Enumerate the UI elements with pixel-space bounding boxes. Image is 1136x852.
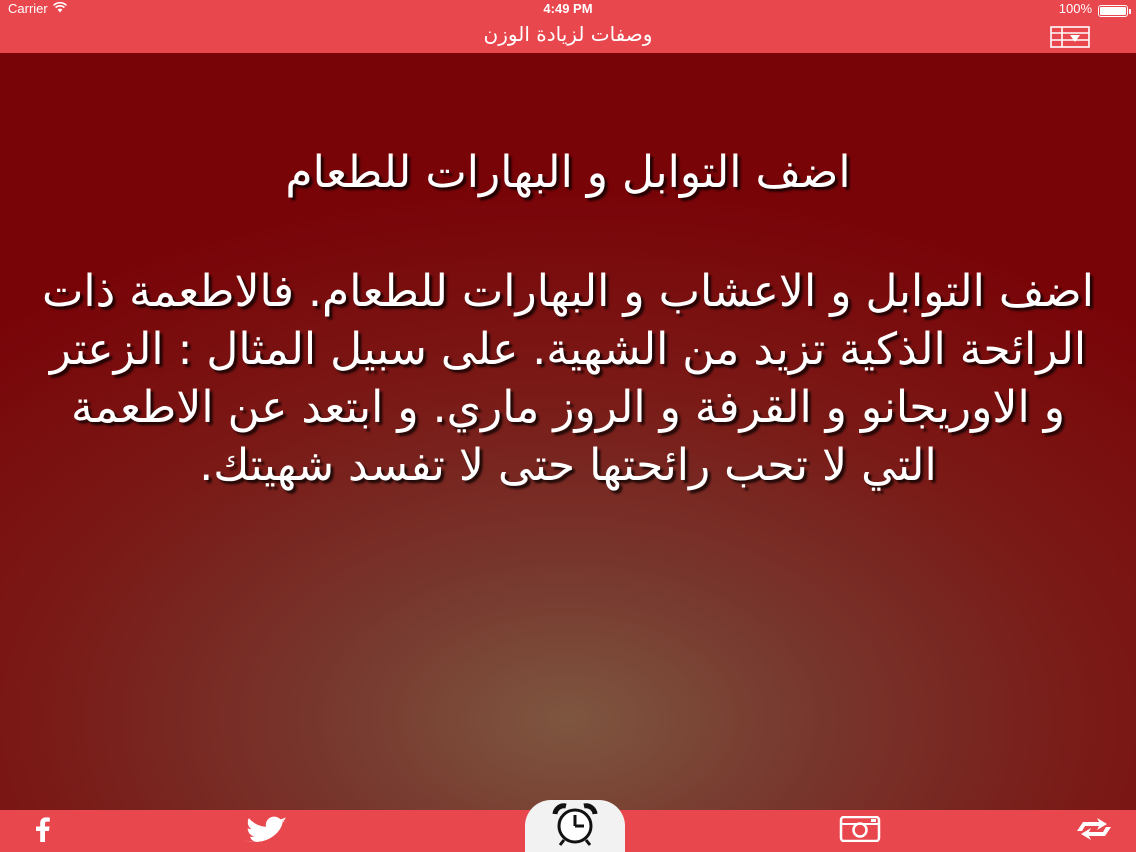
facebook-button[interactable]: [20, 810, 64, 852]
menu-button[interactable]: [1050, 26, 1090, 48]
content-area: اضف التوابل و البهارات للطعام اضف التواب…: [0, 53, 1136, 810]
navigation-bar: وصفات لزيادة الوزن: [0, 18, 1136, 53]
top-bar: Carrier 4:49 PM 100% وصفات لزيادة الوزن: [0, 0, 1136, 53]
twitter-button[interactable]: [240, 810, 290, 852]
battery-icon: [1098, 4, 1131, 17]
list-download-icon: [1050, 26, 1090, 52]
twitter-icon: [241, 816, 289, 846]
refresh-arrows-icon: [1073, 816, 1115, 846]
article: اضف التوابل و البهارات للطعام اضف التواب…: [30, 143, 1106, 495]
instagram-icon: [839, 815, 881, 846]
instagram-button[interactable]: [836, 810, 884, 852]
status-bar: Carrier 4:49 PM 100%: [0, 0, 1136, 18]
alarm-button[interactable]: [525, 800, 625, 852]
bottom-tab-bar: [0, 800, 1136, 852]
status-time: 4:49 PM: [543, 1, 593, 16]
article-body: اضف التوابل و الاعشاب و البهارات للطعام.…: [41, 266, 1095, 491]
alarm-clock-icon: [550, 802, 600, 850]
app-window: Carrier 4:49 PM 100% وصفات لزيادة الوزن: [0, 0, 1136, 852]
nav-title: وصفات لزيادة الوزن: [483, 22, 653, 46]
status-right: 100%: [1058, 0, 1131, 18]
battery-percent: 100%: [1058, 1, 1092, 16]
facebook-icon: [31, 816, 53, 846]
refresh-button[interactable]: [1070, 810, 1118, 852]
article-title: اضف التوابل و البهارات للطعام: [285, 147, 851, 198]
